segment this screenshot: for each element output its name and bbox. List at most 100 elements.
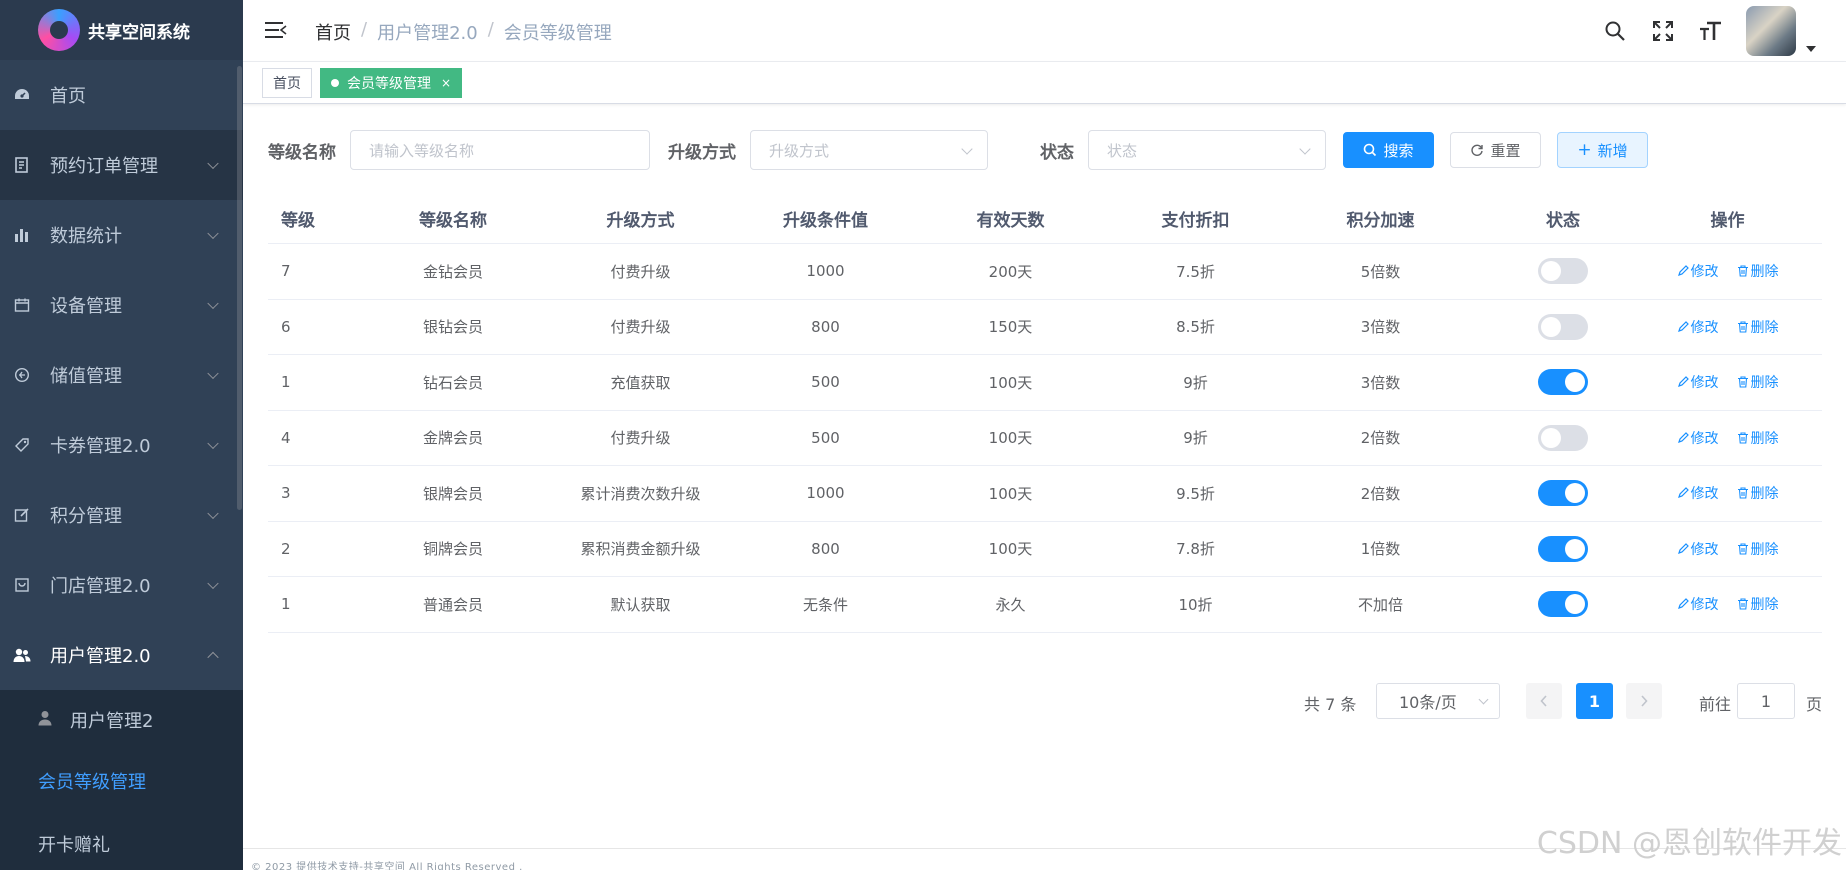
caret-down-icon[interactable] xyxy=(1806,46,1816,52)
edit-button[interactable]: 修改 xyxy=(1677,539,1719,559)
column-header: 升级条件值 xyxy=(783,211,868,231)
tag-label: 首页 xyxy=(273,76,301,92)
edit-icon xyxy=(1677,598,1689,610)
status-toggle[interactable] xyxy=(1538,313,1588,340)
edit-button[interactable]: 修改 xyxy=(1677,261,1719,281)
table-cell-status xyxy=(1493,535,1633,562)
table-row: 3 银牌会员 累计消费次数升级 1000 100天 9.5折 2倍数 修改 删除 xyxy=(268,466,1822,522)
chevron-down-icon xyxy=(1478,694,1489,705)
add-button-label: 新增 xyxy=(1597,141,1628,160)
edit-button[interactable]: 修改 xyxy=(1677,483,1719,503)
column-header: 等级名称 xyxy=(419,211,487,231)
avatar[interactable] xyxy=(1746,6,1796,56)
font-size-icon[interactable] xyxy=(1698,18,1724,44)
table-cell-level: 7 xyxy=(281,262,291,281)
column-header: 升级方式 xyxy=(606,211,675,231)
sidebar-subitem-user-manage[interactable]: 用户管理2 xyxy=(0,690,243,750)
delete-button[interactable]: 删除 xyxy=(1737,539,1779,559)
tag-home[interactable]: 首页 xyxy=(262,68,312,98)
page-number-current[interactable]: 1 xyxy=(1576,683,1613,719)
breadcrumb-item[interactable]: 首页 xyxy=(315,19,351,45)
sidebar-item-points[interactable]: 积分管理 xyxy=(0,480,243,550)
level-name-label: 等级名称 xyxy=(268,142,336,163)
upgrade-select[interactable]: 升级方式 xyxy=(750,130,988,170)
next-page-button[interactable] xyxy=(1626,683,1662,719)
table-cell-discount: 9折 xyxy=(1183,373,1208,392)
user-icon xyxy=(38,710,52,730)
sidebar-subitem-member-level[interactable]: 会员等级管理 xyxy=(0,750,243,812)
edit-button[interactable]: 修改 xyxy=(1677,428,1719,448)
table-row: 4 金牌会员 付费升级 500 100天 9折 2倍数 修改 删除 xyxy=(268,411,1822,466)
edit-icon xyxy=(1677,487,1689,499)
delete-button[interactable]: 删除 xyxy=(1737,261,1779,281)
edit-label: 修改 xyxy=(1690,541,1719,558)
sidebar-subitem-card-gift[interactable]: 开卡赠礼 xyxy=(0,812,243,870)
edit-label: 修改 xyxy=(1690,375,1719,392)
table-cell-cond: 1000 xyxy=(806,262,845,281)
table-cell-actions: 修改 删除 xyxy=(1633,372,1822,392)
delete-label: 删除 xyxy=(1750,541,1779,558)
chevron-down-icon xyxy=(207,577,219,590)
column-header: 状态 xyxy=(1546,211,1580,231)
table-cell-discount: 9.5折 xyxy=(1176,484,1215,503)
sidebar-item-label: 积分管理 xyxy=(50,506,122,527)
tag-member-level[interactable]: 会员等级管理 × xyxy=(320,68,463,98)
sidebar-item-stores[interactable]: 门店管理2.0 xyxy=(0,550,243,620)
close-icon[interactable]: × xyxy=(441,76,451,90)
search-icon[interactable] xyxy=(1602,18,1628,44)
trash-icon xyxy=(1737,543,1748,555)
delete-button[interactable]: 删除 xyxy=(1737,594,1779,614)
table-cell-cond: 800 xyxy=(811,539,840,558)
sidebar-item-stats[interactable]: 数据统计 xyxy=(0,200,243,270)
table-row: 1 普通会员 默认获取 无条件 永久 10折 不加倍 修改 删除 xyxy=(268,577,1822,633)
table-cell-level: 3 xyxy=(281,484,291,503)
search-button[interactable]: 搜索 xyxy=(1343,132,1434,168)
add-button[interactable]: + 新增 xyxy=(1557,132,1648,168)
table-row: 1 钻石会员 充值获取 500 100天 9折 3倍数 修改 删除 xyxy=(268,355,1822,411)
edit-button[interactable]: 修改 xyxy=(1677,594,1719,614)
sidebar-item-home[interactable]: 首页 xyxy=(0,60,243,130)
app-title: 共享空间系统 xyxy=(88,22,190,43)
reset-button[interactable]: 重置 xyxy=(1450,132,1541,168)
table-cell-actions: 修改 删除 xyxy=(1633,483,1822,503)
breadcrumb-item[interactable]: 用户管理2.0 xyxy=(377,19,478,45)
table-cell-status xyxy=(1493,258,1633,285)
status-toggle[interactable] xyxy=(1538,258,1588,285)
status-toggle[interactable] xyxy=(1538,480,1588,507)
status-toggle[interactable] xyxy=(1538,591,1588,618)
order-icon xyxy=(12,155,32,175)
delete-button[interactable]: 删除 xyxy=(1737,372,1779,392)
sidebar-scrollbar[interactable] xyxy=(237,66,242,510)
search-button-label: 搜索 xyxy=(1383,141,1414,160)
fullscreen-icon[interactable] xyxy=(1650,18,1676,44)
sidebar-item-orders[interactable]: 预约订单管理 xyxy=(0,130,243,200)
tag-label: 会员等级管理 xyxy=(347,76,431,92)
sidebar: 共享空间系统 首页 预约订单管理 数据统计 设备管理 储值管理 卡券管理2.0 … xyxy=(0,0,243,870)
status-select[interactable]: 状态 xyxy=(1088,130,1326,170)
sidebar-item-label: 门店管理2.0 xyxy=(50,576,151,597)
logo[interactable]: 共享空间系统 xyxy=(0,0,243,60)
table-cell-days: 150天 xyxy=(988,318,1033,337)
status-toggle[interactable] xyxy=(1538,369,1588,396)
level-name-input[interactable]: 请输入等级名称 xyxy=(350,130,650,170)
status-toggle[interactable] xyxy=(1538,424,1588,451)
delete-button[interactable]: 删除 xyxy=(1737,428,1779,448)
prev-page-button[interactable] xyxy=(1526,683,1562,719)
chevron-left-icon xyxy=(1540,695,1547,707)
edit-button[interactable]: 修改 xyxy=(1677,317,1719,337)
delete-button[interactable]: 删除 xyxy=(1737,317,1779,337)
hamburger-icon[interactable] xyxy=(265,20,287,40)
sidebar-item-stored-value[interactable]: 储值管理 xyxy=(0,340,243,410)
sidebar-item-users[interactable]: 用户管理2.0 xyxy=(0,620,243,690)
chevron-up-icon xyxy=(207,651,219,664)
table-cell-cond: 1000 xyxy=(806,484,845,503)
column-header: 积分加速 xyxy=(1346,211,1415,231)
edit-button[interactable]: 修改 xyxy=(1677,372,1719,392)
delete-button[interactable]: 删除 xyxy=(1737,483,1779,503)
device-icon xyxy=(12,295,32,315)
page-size-select[interactable]: 10条/页 xyxy=(1376,683,1500,719)
sidebar-item-coupons[interactable]: 卡券管理2.0 xyxy=(0,410,243,480)
sidebar-item-devices[interactable]: 设备管理 xyxy=(0,270,243,340)
goto-page-input[interactable]: 1 xyxy=(1737,683,1795,719)
status-toggle[interactable] xyxy=(1538,535,1588,562)
